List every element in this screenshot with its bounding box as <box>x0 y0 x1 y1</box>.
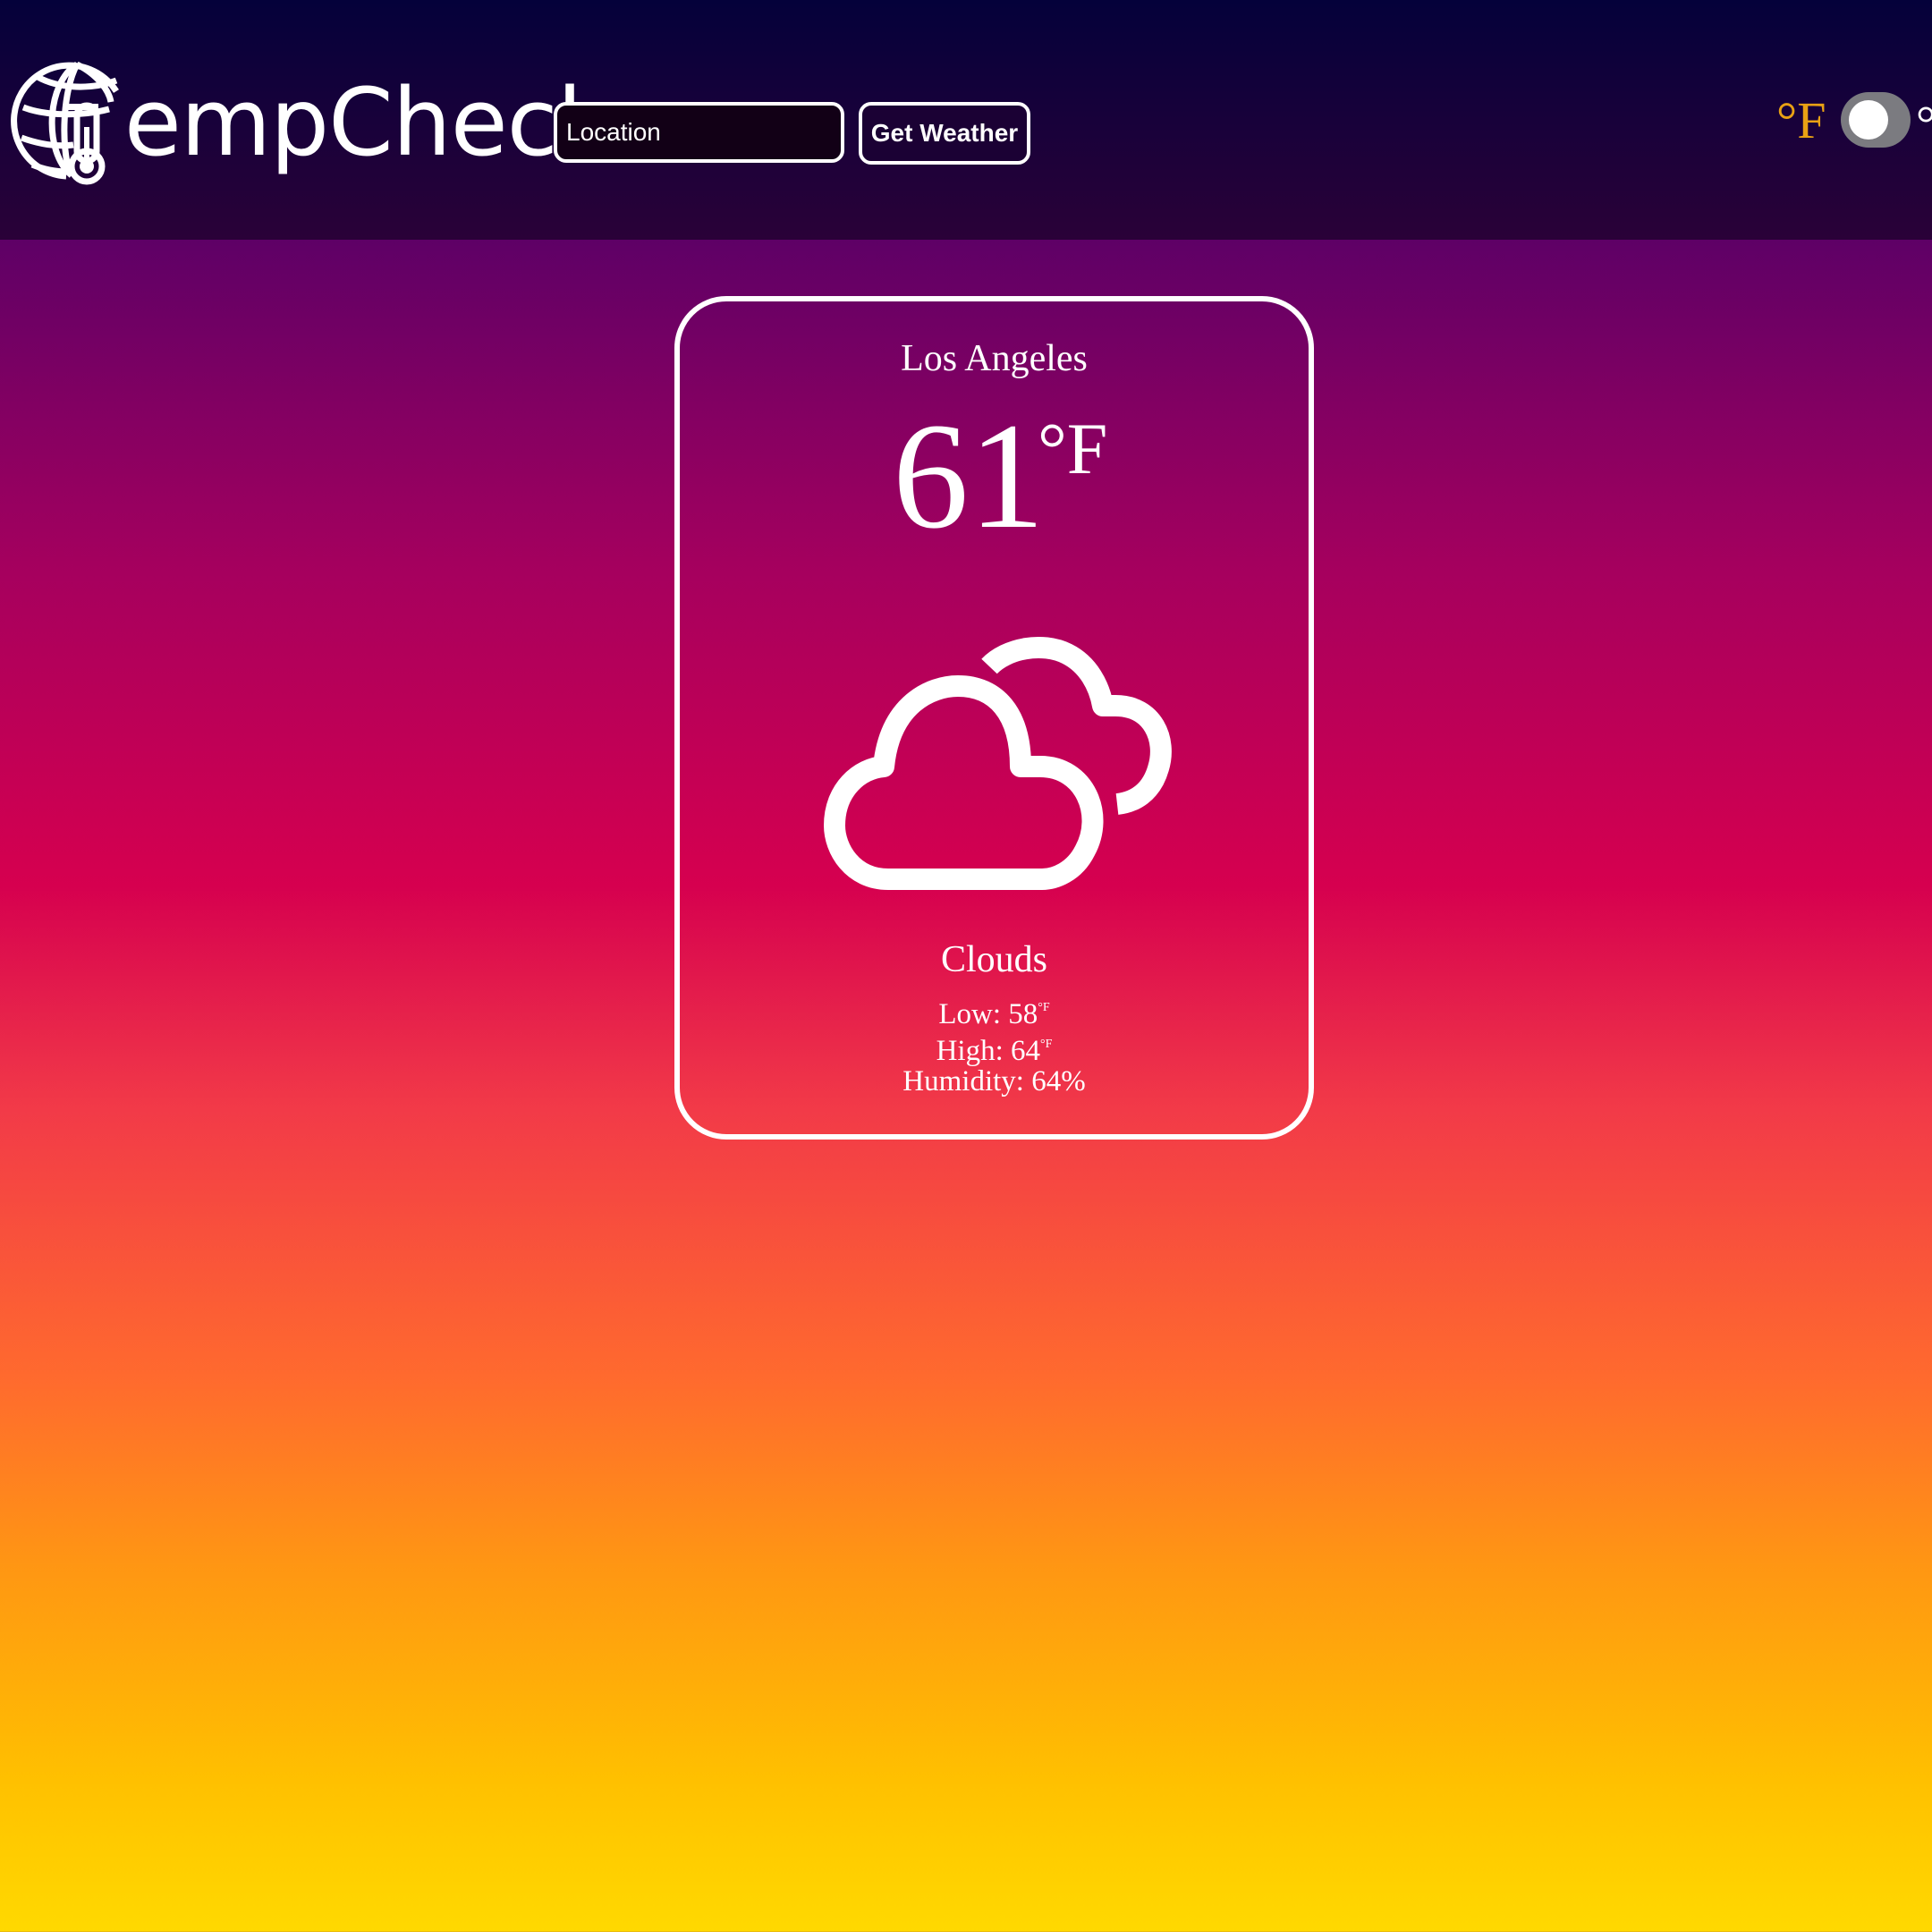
temperature-value: 61 <box>893 392 1045 560</box>
toggle-knob <box>1849 100 1888 140</box>
tempcheck-logo: TempCheck <box>11 54 611 188</box>
humidity-value: 64% <box>1031 1065 1086 1097</box>
low-label: Low: <box>938 998 1009 1030</box>
low-value: 58 <box>1008 998 1038 1030</box>
app-title: TempCheck <box>84 55 611 190</box>
high-temperature: High: 64°F <box>680 1027 1309 1069</box>
location-input[interactable] <box>554 102 844 163</box>
get-weather-button[interactable]: Get Weather <box>859 102 1030 165</box>
humidity-label: Humidity: <box>902 1065 1032 1097</box>
celsius-label: °C <box>1916 97 1932 152</box>
weather-condition: Clouds <box>940 939 1048 980</box>
fahrenheit-label: °F <box>1776 91 1826 149</box>
high-value: 64 <box>1011 1035 1041 1067</box>
high-label: High: <box>936 1035 1012 1067</box>
high-unit: °F <box>1040 1038 1053 1051</box>
app-header: TempCheck Get Weather °F °C <box>0 0 1932 240</box>
current-temperature: 61 °F <box>680 400 1309 552</box>
low-unit: °F <box>1038 1001 1050 1014</box>
app-title-rest: empCheck <box>123 68 611 177</box>
city-name: Los Angeles <box>901 338 1088 379</box>
low-temperature: Low: 58°F <box>680 990 1309 1032</box>
weather-card: Los Angeles 61 °F Clouds Low: 58°F High:… <box>674 296 1314 1140</box>
cloud-icon <box>824 637 1172 890</box>
temperature-unit: °F <box>1038 408 1108 489</box>
unit-toggle-switch[interactable] <box>1841 92 1911 148</box>
humidity: Humidity: 64% <box>680 1063 1309 1099</box>
